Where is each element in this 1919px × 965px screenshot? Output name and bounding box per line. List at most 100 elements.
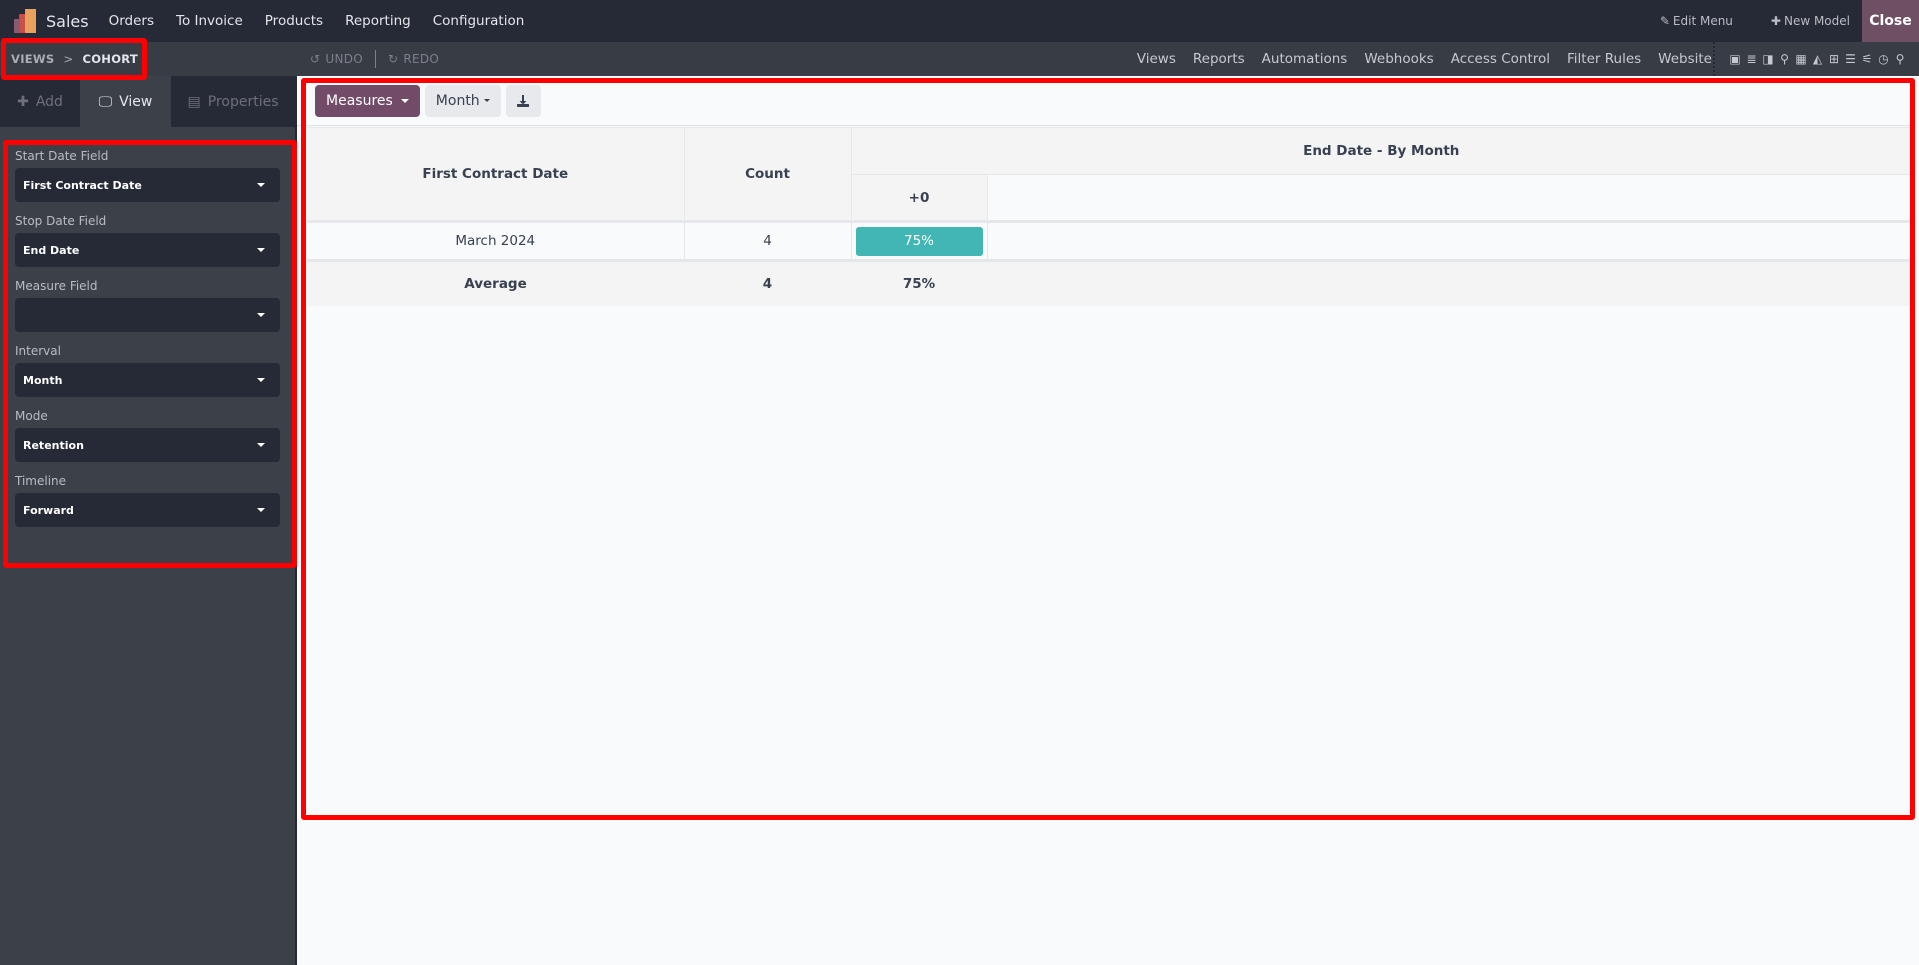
average-label: Average [307, 259, 684, 306]
tab-properties[interactable]: ▤ Properties [171, 76, 295, 127]
average-row: Average 4 75% [307, 259, 1911, 306]
average-filler [987, 259, 1911, 306]
interval-button-label: Month [435, 92, 480, 109]
studio-sidebar: ✚ Add 🖵 View ▤ Properties Start Date Field … [0, 76, 297, 965]
timeline-label: Timeline [15, 474, 67, 488]
view-type-switcher: ▣ ≣ ◨ ⚲ ▦ ◭ ⊞ ☰ ⚟ ◷ ⚲ [1713, 42, 1919, 76]
menu-configuration[interactable]: Configuration [433, 13, 525, 29]
breadcrumb-separator: > [63, 52, 74, 66]
redo-button[interactable]: ↻ REDO [388, 52, 439, 66]
undo-label: UNDO [325, 52, 364, 66]
stop-date-field-label: Stop Date Field [15, 214, 107, 228]
measures-label: Measures [326, 92, 393, 109]
row-label: March 2024 [307, 220, 685, 261]
kanban-view-icon[interactable]: ◨ [1760, 52, 1776, 66]
breadcrumb-current: COHORT [82, 52, 139, 66]
chevron-down-icon [400, 98, 409, 103]
sidebar-tabs: ✚ Add 🖵 View ▤ Properties [0, 76, 295, 127]
studio-subbar: VIEWS > COHORT ↺ UNDO ↻ REDO Views Reports… [0, 42, 1919, 76]
studio-link-automations[interactable]: Automations [1262, 51, 1348, 67]
mode-select[interactable]: Retention [15, 428, 280, 462]
studio-link-views[interactable]: Views [1137, 51, 1176, 67]
studio-nav: Views Reports Automations Webhooks Acces… [1120, 42, 1712, 76]
new-model-link[interactable]: ✚ New Model [1771, 14, 1850, 28]
measure-field-select[interactable] [15, 298, 280, 332]
pivot-view-icon[interactable]: ⊞ [1826, 52, 1842, 66]
map-view-icon[interactable]: ⚲ [1777, 52, 1793, 66]
count-header: Count [683, 127, 852, 222]
top-navbar: Sales Orders To Invoice Products Reporti… [0, 0, 1919, 42]
chevron-down-icon [257, 443, 265, 447]
retention-cell: 75% [850, 220, 988, 261]
redo-icon: ↻ [388, 52, 399, 66]
plus-icon: ✚ [1770, 14, 1781, 28]
edit-menu-link[interactable]: ✎ Edit Menu [1660, 14, 1733, 28]
graph-view-icon[interactable]: ◭ [1810, 52, 1826, 66]
activity-view-icon[interactable]: ◷ [1876, 52, 1892, 66]
breadcrumb: VIEWS > COHORT [11, 42, 138, 76]
undo-redo-divider [375, 50, 377, 68]
table-row: March 2024 4 75% [307, 220, 1911, 261]
tab-view[interactable]: 🖵 View [80, 76, 171, 127]
app-name[interactable]: Sales [46, 12, 89, 31]
menu-to-invoice[interactable]: To Invoice [176, 13, 243, 29]
chevron-down-icon [257, 248, 265, 252]
undo-icon: ↺ [310, 52, 321, 66]
header-filler [986, 174, 1911, 222]
measure-field-label: Measure Field [15, 279, 98, 293]
menu-reporting[interactable]: Reporting [345, 13, 411, 29]
mode-value: Retention [23, 438, 84, 452]
interval-select[interactable]: Month [15, 363, 280, 397]
interval-value: Month [23, 373, 63, 387]
measures-dropdown-button[interactable]: Measures [315, 84, 420, 117]
edit-menu-label: Edit Menu [1672, 14, 1733, 28]
form-view-icon[interactable]: ▣ [1727, 52, 1743, 66]
brand[interactable]: Sales [0, 0, 109, 42]
start-date-field-label: Start Date Field [15, 149, 109, 163]
studio-link-webhooks[interactable]: Webhooks [1364, 51, 1433, 67]
studio-link-filter-rules[interactable]: Filter Rules [1567, 51, 1641, 67]
tab-properties-label: Properties [207, 93, 279, 110]
mode-label: Mode [15, 409, 48, 423]
average-value: 75% [851, 259, 987, 306]
control-panel: Measures Month [297, 76, 1911, 126]
stop-date-field-select[interactable]: End Date [15, 233, 280, 267]
new-model-label: New Model [1783, 14, 1850, 28]
tab-view-label: View [119, 93, 153, 110]
download-button[interactable] [505, 84, 541, 117]
undo-button[interactable]: ↺ UNDO [310, 52, 363, 66]
studio-link-reports[interactable]: Reports [1193, 51, 1245, 67]
monitor-icon: 🖵 [98, 93, 113, 110]
sales-app-logo-icon [14, 9, 36, 33]
timeline-select[interactable]: Forward [15, 493, 280, 527]
retention-value[interactable]: 75% [855, 226, 983, 256]
close-studio-button[interactable]: Close [1862, 0, 1919, 42]
average-count: 4 [684, 259, 851, 306]
download-icon [517, 94, 530, 107]
cohort-view-editor: Measures Month First Contract Date Count… [297, 76, 1919, 965]
redo-label: REDO [403, 52, 440, 66]
calendar-view-icon[interactable]: ▦ [1793, 52, 1809, 66]
chevron-down-icon [257, 378, 265, 382]
gantt-view-icon[interactable]: ☰ [1843, 52, 1859, 66]
tab-add-label: Add [35, 93, 63, 110]
search-view-icon[interactable]: ⚲ [1892, 52, 1908, 66]
chevron-down-icon [257, 508, 265, 512]
cohort-view-icon[interactable]: ⚟ [1859, 52, 1875, 66]
interval-label: Interval [15, 344, 61, 358]
studio-link-access-control[interactable]: Access Control [1451, 51, 1550, 67]
studio-link-website[interactable]: Website [1658, 51, 1712, 67]
tab-add[interactable]: ✚ Add [0, 76, 80, 127]
row-count: 4 [683, 220, 852, 261]
properties-icon: ▤ [187, 93, 201, 110]
chevron-down-icon [483, 99, 490, 102]
period-header: +0 [850, 174, 988, 222]
menu-products[interactable]: Products [265, 13, 323, 29]
breadcrumb-views[interactable]: VIEWS [11, 52, 55, 66]
timeline-value: Forward [23, 503, 74, 517]
start-date-field-select[interactable]: First Contract Date [15, 168, 280, 202]
menu-orders[interactable]: Orders [109, 13, 154, 29]
list-view-icon[interactable]: ≣ [1744, 52, 1760, 66]
pencil-icon: ✎ [1659, 14, 1670, 28]
interval-dropdown-button[interactable]: Month [424, 84, 501, 117]
